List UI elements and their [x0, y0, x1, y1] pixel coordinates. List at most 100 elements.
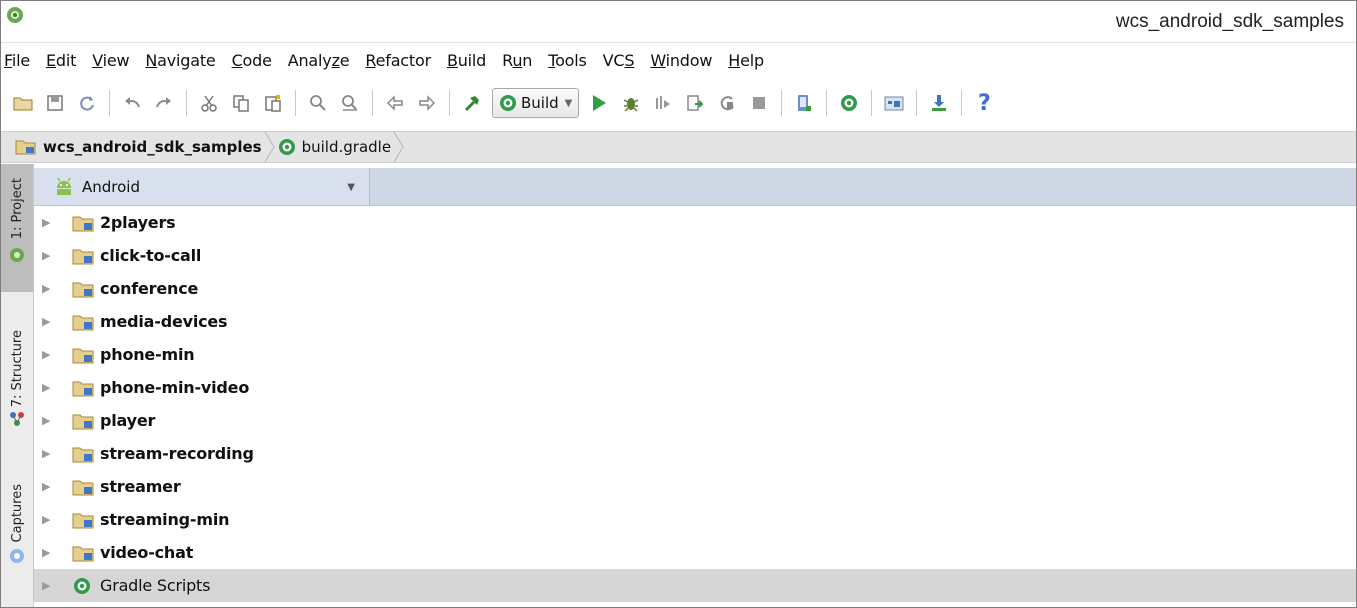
menu-mnemonic: C	[231, 50, 243, 70]
menu-window[interactable]: Window	[642, 51, 720, 70]
project-structure-icon[interactable]	[881, 90, 907, 116]
tree-item-conference[interactable]: ▶ conference	[34, 272, 1356, 305]
menu-navigate[interactable]: Navigate	[137, 51, 223, 70]
breadcrumb-project[interactable]: wcs_android_sdk_samples	[15, 132, 278, 162]
expand-arrow-icon[interactable]: ▶	[42, 513, 56, 526]
tree-item-streamer[interactable]: ▶ streamer	[34, 470, 1356, 503]
tree-item-video-chat[interactable]: ▶ video-chat	[34, 536, 1356, 569]
menu-mnemonic: E	[45, 50, 56, 70]
left-tool-strip: 1: Project 7: Structure Captures	[1, 164, 34, 607]
breadcrumb-file-label: build.gradle	[301, 138, 392, 156]
expand-arrow-icon[interactable]: ▶	[42, 315, 56, 328]
expand-arrow-icon[interactable]: ▶	[42, 249, 56, 262]
tree-item-label: media-devices	[100, 312, 228, 331]
apply-changes-icon[interactable]	[682, 90, 708, 116]
redo-icon[interactable]	[151, 90, 177, 116]
menu-vcs[interactable]: VCS	[595, 51, 643, 70]
sync-icon[interactable]	[74, 90, 100, 116]
sdk-manager-icon[interactable]	[926, 90, 952, 116]
chevron-down-icon: ▼	[347, 182, 355, 193]
expand-arrow-icon[interactable]: ▶	[42, 348, 56, 361]
menu-analyze[interactable]: Analyze	[280, 51, 358, 70]
menu-label-suffix: n	[522, 50, 533, 70]
breadcrumb-separator	[264, 132, 275, 162]
back-icon[interactable]	[382, 90, 408, 116]
tree-item-phone-min-video[interactable]: ▶ phone-min-video	[34, 371, 1356, 404]
expand-arrow-icon[interactable]: ▶	[42, 282, 56, 295]
menu-bar: File Edit View Navigate Code Analyze Refactor B…	[1, 43, 1356, 77]
tree-item-stream-recording[interactable]: ▶ stream-recording	[34, 437, 1356, 470]
make-project-icon[interactable]	[459, 90, 485, 116]
expand-arrow-icon[interactable]: ▶	[42, 381, 56, 394]
paste-icon[interactable]	[260, 90, 286, 116]
tree-item-label: phone-min	[100, 345, 195, 364]
rerun-icon[interactable]	[714, 90, 740, 116]
tree-item-2players[interactable]: ▶ 2players	[34, 206, 1356, 239]
copy-icon[interactable]	[228, 90, 254, 116]
tab-structure[interactable]: 7: Structure	[1, 330, 33, 454]
menu-label-suffix: efactor	[375, 50, 432, 70]
project-view-selector[interactable]: Android ▼	[34, 168, 370, 205]
tab-project[interactable]: 1: Project	[1, 164, 33, 292]
expand-arrow-icon[interactable]: ▶	[42, 216, 56, 229]
toolbar-separator	[871, 90, 873, 116]
open-folder-icon[interactable]	[10, 90, 36, 116]
save-all-icon[interactable]	[42, 90, 68, 116]
help-icon[interactable]: ?	[971, 90, 997, 116]
tree-item-label: 2players	[100, 213, 176, 232]
menu-label-suffix: dit	[55, 50, 77, 70]
undo-icon[interactable]	[119, 90, 145, 116]
toolbar-separator	[916, 90, 918, 116]
expand-arrow-icon[interactable]: ▶	[42, 447, 56, 460]
toolbar-separator	[781, 90, 783, 116]
run-icon[interactable]	[586, 90, 612, 116]
menu-mnemonic: W	[650, 50, 666, 70]
menu-run[interactable]: Run	[494, 51, 540, 70]
tree-item-phone-min[interactable]: ▶ phone-min	[34, 338, 1356, 371]
tree-item-media-devices[interactable]: ▶ media-devices	[34, 305, 1356, 338]
tree-item-streaming-min[interactable]: ▶ streaming-min	[34, 503, 1356, 536]
forward-icon[interactable]	[414, 90, 440, 116]
expand-arrow-icon[interactable]: ▶	[42, 414, 56, 427]
cut-icon[interactable]	[196, 90, 222, 116]
replace-icon[interactable]	[337, 90, 363, 116]
stop-icon[interactable]	[746, 90, 772, 116]
module-folder-icon	[72, 282, 94, 297]
menu-build[interactable]: Build	[439, 51, 494, 70]
expand-arrow-icon[interactable]: ▶	[42, 480, 56, 493]
menu-code[interactable]: Code	[224, 51, 280, 70]
tab-captures[interactable]: Captures	[1, 484, 33, 600]
run-configuration-label: Build	[521, 94, 559, 112]
tree-item-label: phone-min-video	[100, 378, 250, 397]
toolbar-separator	[826, 90, 828, 116]
module-folder-icon	[72, 447, 94, 462]
expand-arrow-icon[interactable]: ▶	[42, 546, 56, 559]
expand-arrow-icon[interactable]: ▶	[42, 579, 56, 592]
menu-file[interactable]: File	[1, 51, 38, 70]
main-toolbar: Build ▼ ?	[1, 79, 1356, 127]
menu-view[interactable]: View	[84, 51, 137, 70]
toolbar-separator	[372, 90, 373, 116]
find-icon[interactable]	[305, 90, 331, 116]
menu-refactor[interactable]: Refactor	[357, 51, 439, 70]
project-tree: ▶ 2players ▶ click-to-call ▶ conference ▶ media…	[34, 206, 1356, 607]
menu-label-suffix: e	[339, 50, 350, 70]
menu-tools[interactable]: Tools	[540, 51, 594, 70]
breadcrumb-file[interactable]: build.gradle	[278, 132, 407, 162]
sync-gradle-icon[interactable]	[836, 90, 862, 116]
tree-item-player[interactable]: ▶ player	[34, 404, 1356, 437]
menu-label-suffix: ools	[555, 50, 587, 70]
tree-item-gradle-scripts[interactable]: ▶ Gradle Scripts	[34, 569, 1356, 602]
attach-debugger-icon[interactable]	[650, 90, 676, 116]
debug-icon[interactable]	[618, 90, 644, 116]
tree-item-label: Gradle Scripts	[100, 576, 211, 595]
run-configuration-combo[interactable]: Build ▼	[492, 88, 580, 118]
navigation-bar: wcs_android_sdk_samples build.gradle	[1, 131, 1356, 163]
tree-item-label: player	[100, 411, 156, 430]
module-folder-icon	[72, 216, 94, 231]
menu-help[interactable]: Help	[720, 51, 772, 70]
menu-label-suffix: iew	[102, 50, 130, 70]
tree-item-click-to-call[interactable]: ▶ click-to-call	[34, 239, 1356, 272]
menu-edit[interactable]: Edit	[38, 51, 84, 70]
avd-manager-icon[interactable]	[791, 90, 817, 116]
